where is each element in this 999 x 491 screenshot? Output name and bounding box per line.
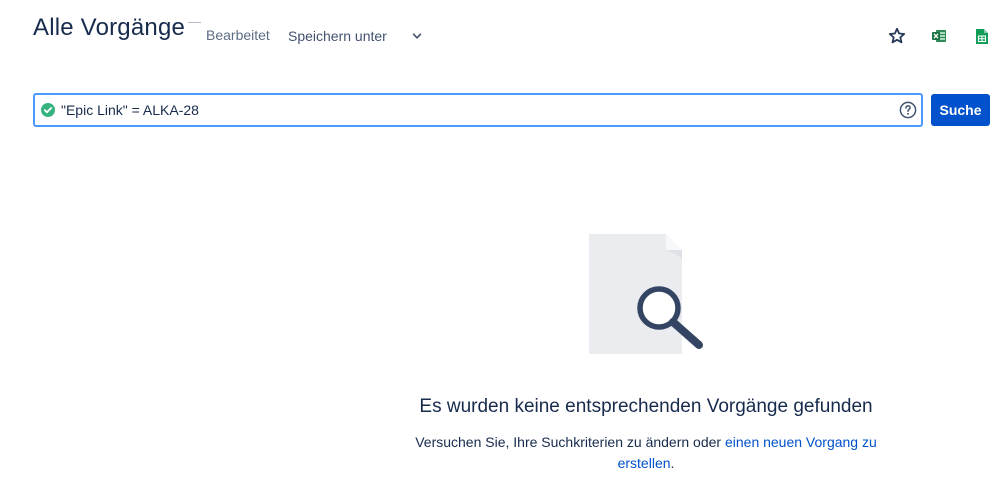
save-as-dropdown[interactable]: Speichern unter — [280, 22, 431, 50]
excel-export-icon[interactable] — [929, 26, 949, 46]
empty-state-title: Es wurden keine entsprechenden Vorgänge … — [419, 396, 873, 417]
no-results-illustration — [589, 234, 703, 354]
save-as-label: Speichern unter — [288, 28, 387, 44]
sheets-export-icon[interactable] — [972, 26, 992, 46]
edited-status: Bearbeitet — [206, 27, 270, 43]
empty-state-message: Versuchen Sie, Ihre Suchkriterien zu änd… — [415, 434, 725, 450]
empty-state-period: . — [670, 455, 675, 471]
jql-query-input[interactable] — [61, 97, 881, 123]
star-icon[interactable] — [887, 26, 907, 46]
search-button[interactable]: Suche — [931, 94, 990, 126]
chevron-down-icon — [411, 30, 423, 42]
empty-state-text: Versuchen Sie, Ihre Suchkriterien zu änd… — [396, 432, 896, 474]
help-icon[interactable] — [899, 101, 917, 119]
valid-check-icon — [41, 103, 55, 117]
jql-search-box — [33, 93, 923, 127]
edited-separator — [188, 22, 201, 23]
page-title: Alle Vorgänge — [33, 14, 186, 41]
